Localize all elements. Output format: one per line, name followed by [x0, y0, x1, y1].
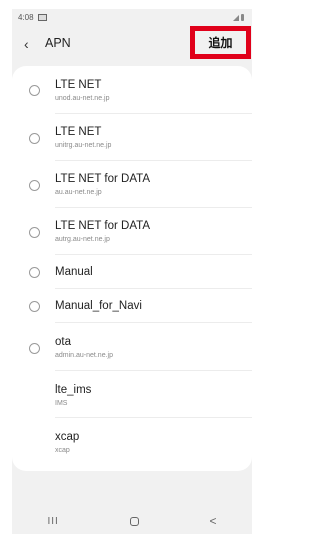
apn-name: Manual: [55, 266, 93, 278]
apn-item[interactable]: ota admin.au-net.ne.jp: [12, 323, 252, 371]
page-title: APN: [45, 36, 71, 50]
apn-item[interactable]: Manual: [12, 255, 252, 289]
phone-screen: 4:08 ‹ APN 追加 LTE NET unod.au-net.ne.jp …: [12, 9, 252, 534]
apn-address: au.au-net.ne.jp: [55, 189, 102, 196]
apn-name: ota: [55, 336, 71, 348]
apn-address: unitrg.au-net.ne.jp: [55, 142, 112, 149]
apn-item[interactable]: Manual_for_Navi: [12, 289, 252, 323]
image-notification-icon: [37, 13, 47, 21]
apn-item[interactable]: LTE NET for DATA au.au-net.ne.jp: [12, 161, 252, 208]
home-icon[interactable]: [129, 516, 139, 526]
apn-name: Manual_for_Navi: [55, 300, 142, 312]
apn-item[interactable]: LTE NET unitrg.au-net.ne.jp: [12, 114, 252, 161]
apn-address: xcap: [55, 447, 70, 454]
apn-item[interactable]: LTE NET for DATA autrg.au-net.ne.jp: [12, 208, 252, 255]
radio-button[interactable]: [29, 180, 40, 191]
battery-icon: [241, 13, 244, 21]
apn-address: admin.au-net.ne.jp: [55, 352, 113, 359]
apn-name: LTE NET: [55, 126, 102, 138]
apn-list: LTE NET unod.au-net.ne.jp LTE NET unitrg…: [12, 66, 252, 471]
status-bar: 4:08: [12, 9, 252, 25]
apn-name: lte_ims: [55, 384, 92, 396]
status-time: 4:08: [18, 12, 34, 22]
recent-apps-icon[interactable]: III: [47, 516, 58, 527]
radio-button[interactable]: [29, 343, 40, 354]
signal-icon: [233, 14, 239, 21]
apn-name: LTE NET for DATA: [55, 173, 150, 185]
radio-button[interactable]: [29, 267, 40, 278]
apn-address: IMS: [55, 400, 68, 407]
radio-button[interactable]: [29, 133, 40, 144]
radio-button[interactable]: [29, 227, 40, 238]
navigation-bar: III <: [12, 511, 252, 531]
radio-button[interactable]: [29, 301, 40, 312]
apn-name: LTE NET for DATA: [55, 220, 150, 232]
apn-address: autrg.au-net.ne.jp: [55, 236, 110, 243]
apn-address: unod.au-net.ne.jp: [55, 95, 110, 102]
radio-button[interactable]: [29, 85, 40, 96]
add-button[interactable]: 追加: [190, 26, 251, 59]
apn-name: xcap: [55, 431, 80, 443]
apn-item[interactable]: LTE NET unod.au-net.ne.jp: [12, 66, 252, 114]
header: ‹ APN 追加: [12, 25, 252, 63]
apn-item[interactable]: lte_ims IMS: [12, 371, 252, 418]
back-arrow-icon[interactable]: ‹: [24, 36, 29, 52]
apn-name: LTE NET: [55, 79, 102, 91]
back-icon[interactable]: <: [210, 514, 217, 528]
apn-item[interactable]: xcap xcap: [12, 418, 252, 471]
